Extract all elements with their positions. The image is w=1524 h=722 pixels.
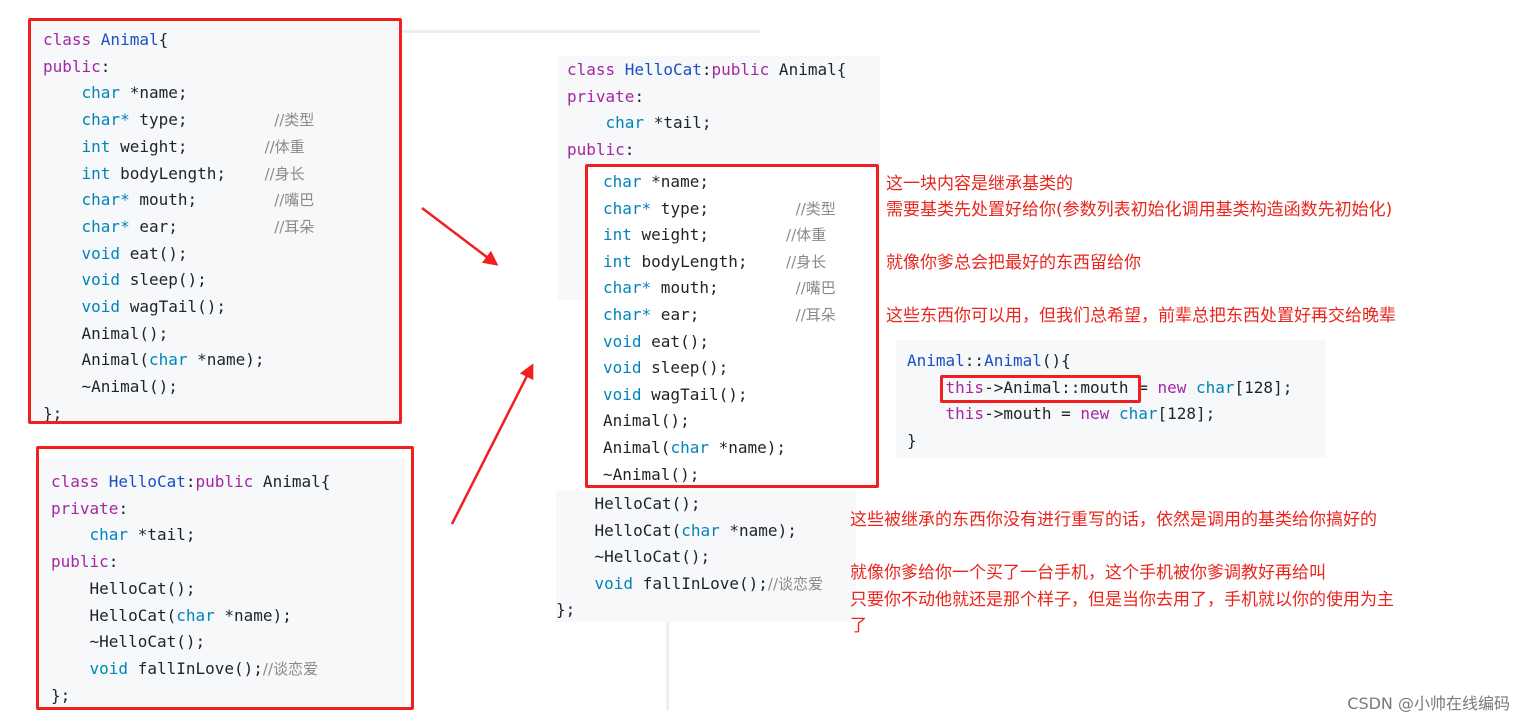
code-token: *tail; xyxy=(644,113,712,133)
code-token: char xyxy=(1196,377,1235,397)
annotation-usable: 这些东西你可以用，但我们总希望，前辈总把东西处置好再交给晚辈 xyxy=(886,306,1396,326)
highlight-box-inherited xyxy=(585,164,879,488)
code-token: char xyxy=(1118,404,1158,423)
highlight-box-mouth xyxy=(940,375,1141,403)
code-line: Animal::Animal(){ xyxy=(907,351,1071,371)
code-line: void fallInLove();//谈恋爱 xyxy=(556,573,824,594)
code-token: new xyxy=(1157,377,1187,397)
annotation-father: 就像你爹总会把最好的东西留给你 xyxy=(886,253,1141,273)
code-token: } xyxy=(907,430,917,450)
code-token: private xyxy=(567,86,635,106)
code-line: HelloCat(char *name); xyxy=(556,521,797,541)
code-line: char *tail; xyxy=(567,113,712,133)
code-line: private: xyxy=(567,87,644,107)
arrow-down-right xyxy=(421,207,499,266)
code-line: class HelloCat:public Animal{ xyxy=(567,60,846,80)
code-token: class xyxy=(567,60,625,79)
code-token: public xyxy=(711,60,770,79)
faint-divider-top xyxy=(340,30,760,33)
code-token: Animal xyxy=(984,351,1042,370)
code-token: : xyxy=(701,60,712,79)
code-line: HelloCat(); xyxy=(556,494,701,514)
code-token: [128]; xyxy=(1234,377,1293,397)
code-token: HelloCat xyxy=(624,60,702,79)
annotation-not-overridden: 这些被继承的东西你没有进行重写的话，依然是调用的基类给你搞好的 xyxy=(850,510,1377,530)
annotation-inherited: 这一块内容是继承基类的 xyxy=(886,174,1073,194)
code-token: //谈恋爱 xyxy=(767,574,824,593)
code-token: ~HelloCat(); xyxy=(556,547,711,566)
code-token: char xyxy=(605,113,645,133)
code-panel-expanded-bottom: HelloCat(); HelloCat(char *name); ~Hello… xyxy=(556,490,856,622)
code-token: (){ xyxy=(1041,351,1071,370)
code-line: } xyxy=(907,431,917,451)
code-token: }; xyxy=(556,600,576,619)
code-token: ->mouth = xyxy=(984,404,1081,423)
code-token: char xyxy=(681,520,720,540)
code-token: : xyxy=(634,86,645,106)
faint-divider-vertical xyxy=(666,610,669,710)
annotation-phone-3: 了 xyxy=(850,616,867,636)
code-line: this->mouth = new char[128]; xyxy=(907,404,1216,424)
code-token: Animal{ xyxy=(769,60,847,79)
code-line: }; xyxy=(556,600,575,620)
annotation-base-init: 需要基类先处置好给你(参数列表初始化调用基类构造函数先初始化) xyxy=(886,200,1393,220)
code-token: *name); xyxy=(719,520,797,540)
code-token: [128]; xyxy=(1157,404,1216,423)
highlight-box-animal xyxy=(28,18,402,424)
code-token: new xyxy=(1080,404,1110,423)
code-token: : xyxy=(624,140,635,160)
arrow-up-right xyxy=(450,363,534,525)
code-token: void xyxy=(594,573,634,593)
code-line: public: xyxy=(567,140,634,160)
code-line: ~HelloCat(); xyxy=(556,547,711,567)
annotation-phone-2: 只要你不动他就还是那个样子，但是当你去用了，手机就以你的使用为主 xyxy=(850,590,1394,610)
code-token: HelloCat(); xyxy=(556,494,701,513)
code-token: this xyxy=(945,404,985,423)
code-token: Animal xyxy=(907,351,965,370)
highlight-box-hellocat xyxy=(36,446,414,710)
code-token: fallInLove(); xyxy=(633,573,768,593)
annotation-phone-1: 就像你爹给你一个买了一台手机，这个手机被你爹调教好再给叫 xyxy=(850,563,1326,583)
code-token: :: xyxy=(964,351,985,370)
code-token: public xyxy=(567,140,625,160)
watermark: CSDN @小帅在线编码 xyxy=(1347,694,1510,713)
code-token: HelloCat( xyxy=(556,520,682,540)
